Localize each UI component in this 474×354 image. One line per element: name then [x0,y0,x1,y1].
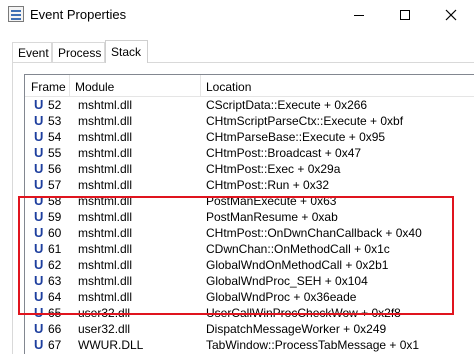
table-row[interactable]: U 67 WWUR.DLL TabWindow::ProcessTabMessage … [25,337,474,353]
table-row[interactable]: U 56 mshtml.dll CHtmPost::Exec + 0x29a [25,161,474,177]
tab-strip: Event Process Stack [12,40,472,63]
frame-number: 52 [48,98,62,112]
table-row[interactable]: U 53 mshtml.dll CHtmScriptParseCtx::Execute… [25,113,474,129]
user-mode-frame-icon: U [34,337,44,352]
location-text: CScriptData::Execute + 0x266 [206,98,368,112]
tab-event[interactable]: Event [12,42,52,63]
close-button[interactable] [428,0,474,30]
module-name: mshtml.dll [78,162,133,176]
module-name: mshtml.dll [78,146,133,160]
table-row[interactable]: U 54 mshtml.dll CHtmParseBase::Execute + 0x… [25,129,474,145]
column-header-location[interactable]: Location [200,75,474,97]
table-row[interactable]: U 66 user32.dll DispatchMessageWorker + 0x2… [25,321,474,337]
close-icon [445,9,457,21]
frame-number: 55 [48,146,62,160]
user-mode-frame-icon: U [34,97,44,112]
frame-number: 57 [48,178,62,192]
column-header-module[interactable]: Module [69,75,200,97]
module-name: mshtml.dll [78,98,133,112]
module-name: mshtml.dll [78,178,133,192]
user-mode-frame-icon: U [34,177,44,192]
frame-number: 67 [48,338,62,352]
frame-number: 56 [48,162,62,176]
minimize-icon [354,15,364,16]
window-title: Event Properties [30,7,127,22]
user-mode-frame-icon: U [34,129,44,144]
module-name: mshtml.dll [78,130,133,144]
highlight-box [18,196,454,315]
frame-number: 54 [48,130,62,144]
table-row[interactable]: U 55 mshtml.dll CHtmPost::Broadcast + 0x47 [25,145,474,161]
location-text: CHtmPost::Run + 0x32 [206,178,330,192]
stack-list-header: Frame Module Location [25,75,474,97]
location-text: CHtmPost::Exec + 0x29a [206,162,341,176]
location-text: CHtmPost::Broadcast + 0x47 [206,146,362,160]
table-row[interactable]: U 57 mshtml.dll CHtmPost::Run + 0x32 [25,177,474,193]
user-mode-frame-icon: U [34,113,44,128]
frame-number: 53 [48,114,62,128]
location-text: CHtmScriptParseCtx::Execute + 0xbf [206,114,404,128]
frame-number: 66 [48,322,62,336]
minimize-button[interactable] [336,0,382,30]
event-properties-icon [8,6,24,22]
location-text: TabWindow::ProcessTabMessage + 0x1 [206,338,420,352]
location-text: DispatchMessageWorker + 0x249 [206,322,387,336]
user-mode-frame-icon: U [34,321,44,336]
maximize-icon [400,10,410,20]
user-mode-frame-icon: U [34,145,44,160]
module-name: mshtml.dll [78,114,133,128]
location-text: CHtmParseBase::Execute + 0x95 [206,130,386,144]
tab-process[interactable]: Process [52,42,105,63]
tab-stack[interactable]: Stack [105,40,148,63]
module-name: WWUR.DLL [78,338,144,352]
column-header-frame[interactable]: Frame [25,75,69,97]
user-mode-frame-icon: U [34,161,44,176]
table-row[interactable]: U 52 mshtml.dll CScriptData::Execute + 0x26… [25,97,474,113]
maximize-button[interactable] [382,0,428,30]
title-bar: Event Properties [0,0,474,30]
module-name: user32.dll [78,322,131,336]
